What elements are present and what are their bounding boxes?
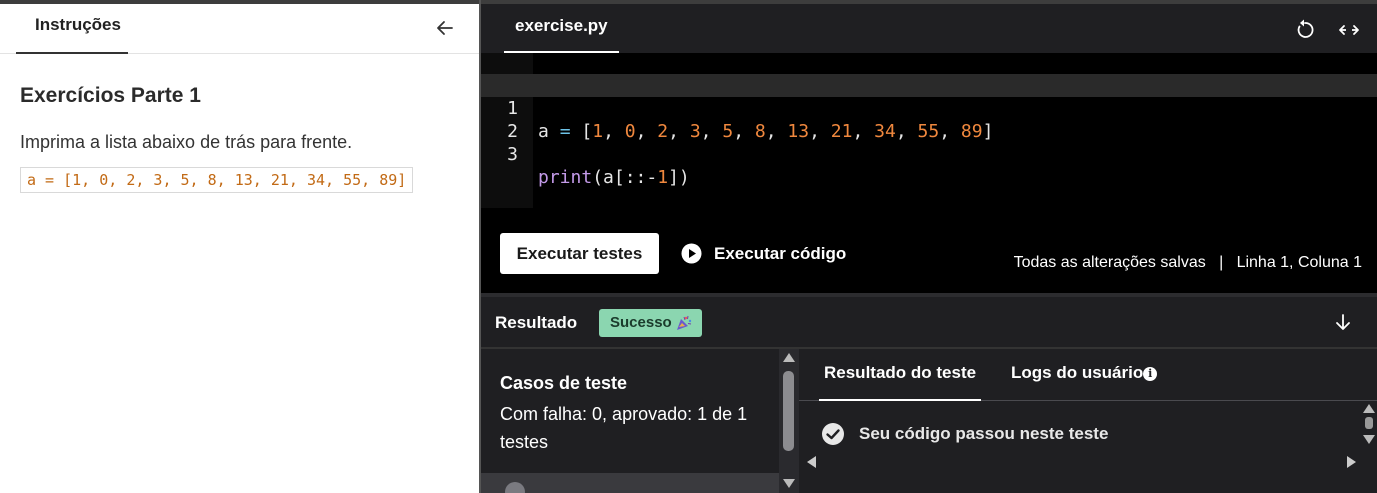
test-case-status-icon xyxy=(505,482,525,493)
scrollbar-thumb[interactable] xyxy=(783,371,794,451)
scroll-down-icon[interactable] xyxy=(1363,435,1375,444)
scroll-left-icon[interactable] xyxy=(807,456,816,468)
scroll-right-icon[interactable] xyxy=(1347,456,1356,468)
instructions-header: Instruções xyxy=(0,4,479,54)
arrow-down-icon[interactable] xyxy=(1333,312,1353,332)
line-code: print(a[::-1]) xyxy=(538,167,690,188)
editor-tabbar: exercise.py xyxy=(481,0,1377,53)
test-cases-panel: Casos de teste Com falha: 0, aprovado: 1… xyxy=(481,349,779,493)
result-tabs: Resultado do teste Logs do usuário i xyxy=(799,349,1377,401)
test-cases-scrollbar[interactable] xyxy=(779,349,799,493)
status-separator: | xyxy=(1219,254,1224,271)
tab-instructions[interactable]: Instruções xyxy=(16,4,128,54)
instructions-panel: Instruções Exercícios Parte 1 Imprima a … xyxy=(0,0,479,493)
editor-line-2[interactable]: 2 xyxy=(481,97,1377,142)
editor-line-1[interactable]: 1 a = [1, 0, 2, 3, 5, 8, 13, 21, 34, 55,… xyxy=(481,74,1377,142)
status-badge-label: Sucesso xyxy=(610,314,672,331)
party-popper-icon xyxy=(676,315,691,330)
scroll-down-icon[interactable] xyxy=(783,479,795,488)
editor-actions: Executar testes Executar código Todas as… xyxy=(481,213,1377,293)
result-header: Resultado Sucesso xyxy=(481,297,1377,347)
scrollbar-thumb[interactable] xyxy=(1365,417,1373,429)
status-badge: Sucesso xyxy=(599,309,702,337)
test-case-item[interactable] xyxy=(481,473,779,493)
exercise-description: Imprima a lista abaixo de trás para fren… xyxy=(20,132,353,152)
code-snippet: a = [1, 0, 2, 3, 5, 8, 13, 21, 34, 55, 8… xyxy=(20,167,414,193)
run-code-button[interactable]: Executar código xyxy=(681,233,846,274)
test-cases-title: Casos de teste xyxy=(500,373,628,393)
info-icon[interactable]: i xyxy=(1143,367,1158,381)
run-code-label: Executar código xyxy=(714,244,847,263)
tab-test-result[interactable]: Resultado do teste xyxy=(819,349,982,401)
tab-user-logs-label: Logs do usuário xyxy=(1011,363,1144,382)
result-label: Resultado xyxy=(495,313,578,332)
editor-status: Todas as alterações salvas | Linha 1, Co… xyxy=(1014,254,1362,272)
exercise-title: Exercícios Parte 1 xyxy=(20,84,201,107)
run-tests-button[interactable]: Executar testes xyxy=(500,233,659,274)
scroll-up-icon[interactable] xyxy=(1363,404,1375,413)
file-tab-exercise[interactable]: exercise.py xyxy=(504,4,619,53)
save-status: Todas as alterações salvas xyxy=(1013,254,1206,271)
editor-line-3[interactable]: 3 print(a[::-1]) xyxy=(481,120,1377,188)
editor-panel: exercise.py 1 a = [1, 0, 2, 3, 5, 8, 13,… xyxy=(481,0,1377,493)
pass-message-text: Seu código passou neste teste xyxy=(859,424,1109,443)
scroll-up-icon[interactable] xyxy=(783,353,795,362)
cursor-position: Linha 1, Coluna 1 xyxy=(1236,254,1362,271)
tab-user-logs[interactable]: Logs do usuário i xyxy=(1011,363,1158,383)
line-number: 3 xyxy=(507,144,518,165)
code-editor[interactable]: 1 a = [1, 0, 2, 3, 5, 8, 13, 21, 34, 55,… xyxy=(481,53,1377,213)
check-circle-icon xyxy=(822,423,844,445)
test-cases-summary: Com falha: 0, aprovado: 1 de 1 testes xyxy=(500,404,748,452)
reset-icon[interactable] xyxy=(1293,18,1317,42)
play-icon xyxy=(681,243,702,264)
test-result-panel: Resultado do teste Logs do usuário i Seu … xyxy=(799,349,1377,493)
expand-horizontal-icon[interactable] xyxy=(1337,20,1361,40)
arrow-left-icon[interactable] xyxy=(435,18,455,38)
test-pass-message: Seu código passou neste teste xyxy=(821,422,1108,448)
